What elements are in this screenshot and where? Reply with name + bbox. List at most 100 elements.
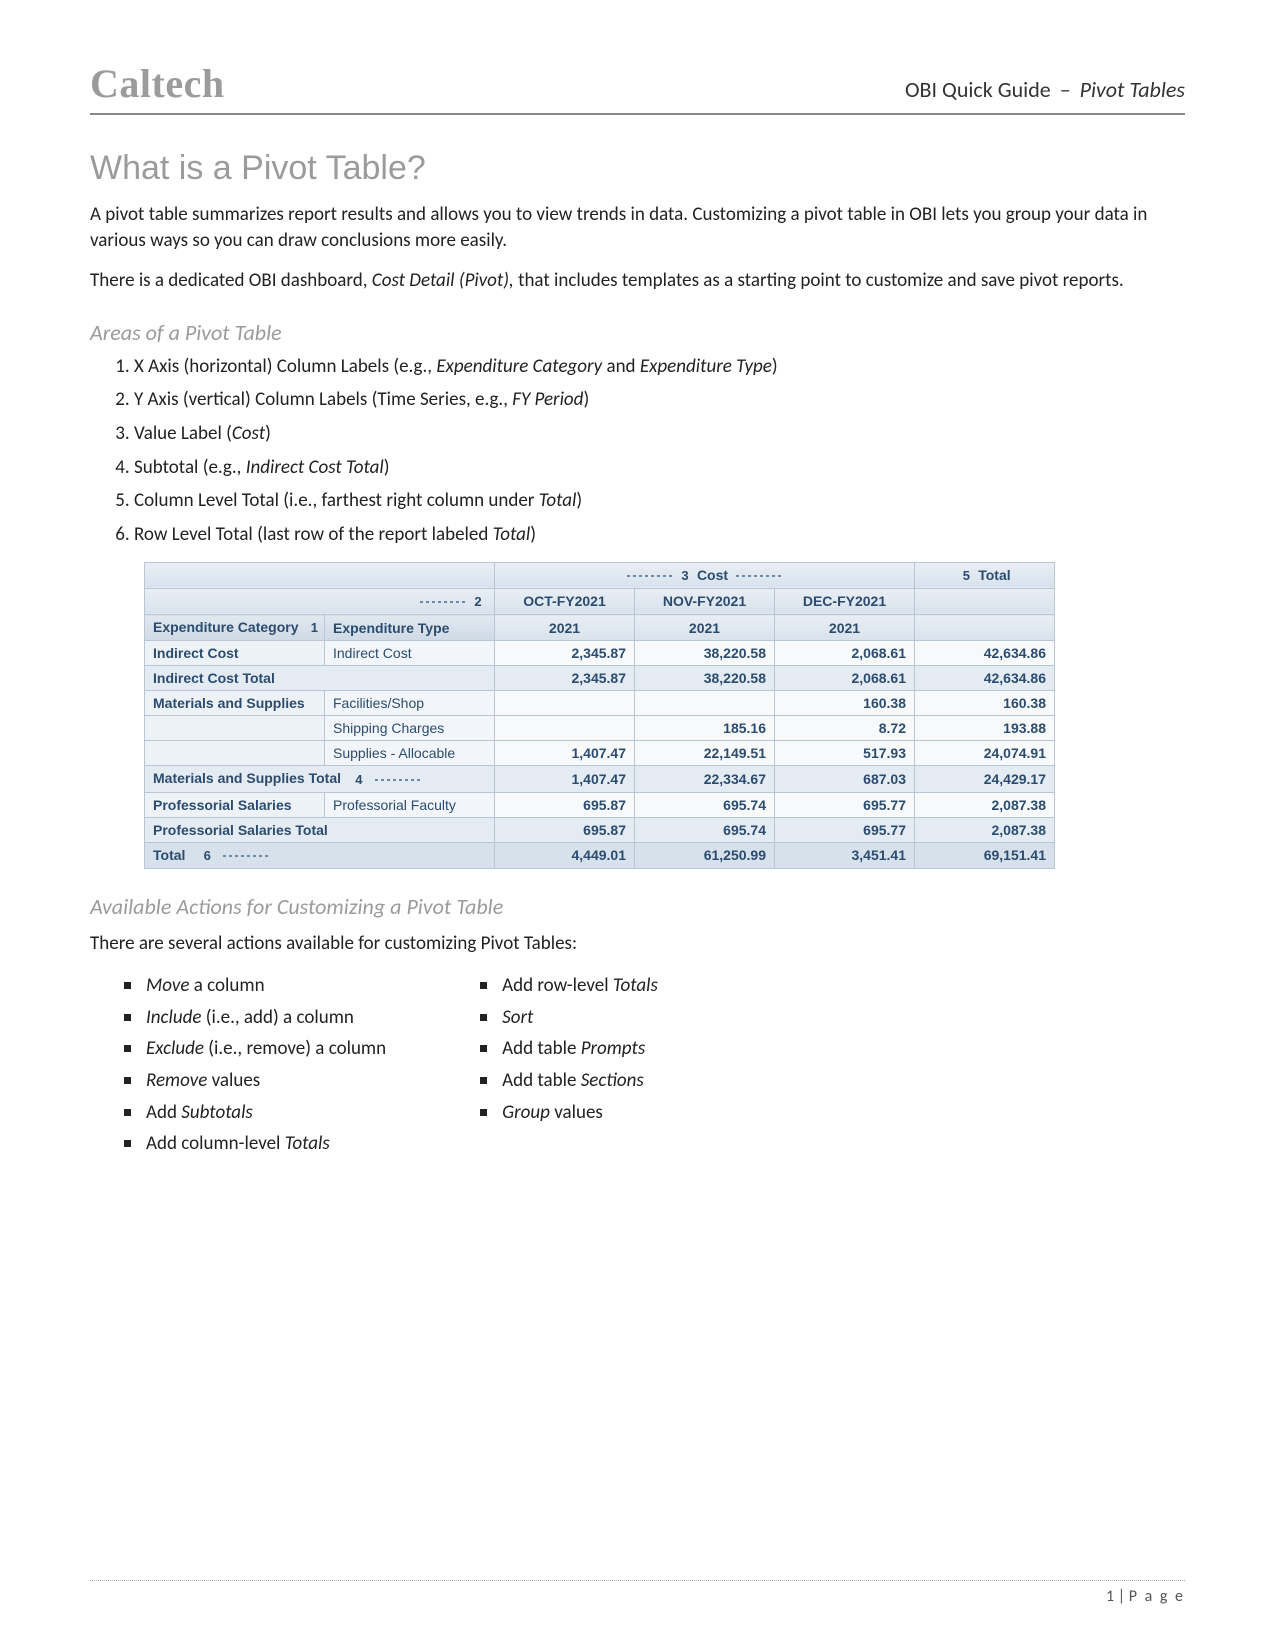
- cell-v: 695.87: [495, 792, 635, 817]
- cell-v: 695.87: [495, 817, 635, 842]
- cell-subtotal: Indirect Cost Total: [145, 666, 495, 691]
- doc-title: OBI Quick Guide – Pivot Tables: [905, 76, 1185, 103]
- areas-item-5: Column Level Total (i.e., farthest right…: [134, 488, 1185, 514]
- pivot-blank-total2: [915, 615, 1055, 641]
- cell-v: 1,407.47: [495, 766, 635, 792]
- pivot-cost-header: 3 Cost: [495, 562, 915, 588]
- cell-v: 42,634.86: [915, 666, 1055, 691]
- areas-item-6: Row Level Total (last row of the report …: [134, 522, 1185, 548]
- callout-1: 1: [306, 620, 322, 636]
- callout-2: 2: [470, 594, 486, 610]
- callout-3: 3: [677, 568, 693, 584]
- page-footer: 1 | P a g e: [90, 1580, 1185, 1606]
- pivot-row-ms-ship: Shipping Charges 185.16 8.72 193.88: [145, 716, 1055, 741]
- cell-cat: Professorial Salaries: [145, 792, 325, 817]
- page-label: P a g e: [1129, 1587, 1185, 1606]
- cell-v: 42,634.86: [915, 641, 1055, 666]
- cell-v: 695.77: [775, 817, 915, 842]
- cell-v: 38,220.58: [635, 641, 775, 666]
- callout-4: 4: [351, 772, 367, 788]
- pivot-row-ms-total: Materials and Supplies Total 4 1,407.47 …: [145, 766, 1055, 792]
- header-bar: Caltech OBI Quick Guide – Pivot Tables: [90, 60, 1185, 115]
- pivot-row-grand: Total 6 4,449.01 61,250.99 3,451.41 69,1…: [145, 842, 1055, 868]
- areas-item-4: Subtotal (e.g., Indirect Cost Total): [134, 455, 1185, 481]
- cell-v: 24,429.17: [915, 766, 1055, 792]
- cell-type: Professorial Faculty: [325, 792, 495, 817]
- pivot-col-expcat: Expenditure Category 1: [145, 615, 325, 641]
- action-item: Add table Sections: [476, 1068, 658, 1094]
- actions-left: Move a column Include (i.e., add) a colu…: [120, 967, 386, 1163]
- cell-v: 4,449.01: [495, 842, 635, 868]
- pivot-period-2: NOV-FY2021: [635, 588, 775, 614]
- action-item: Add Subtotals: [120, 1100, 386, 1126]
- cell-v: 69,151.41: [915, 842, 1055, 868]
- pivot-blank-period: 2: [145, 588, 495, 614]
- action-item: Exclude (i.e., remove) a column: [120, 1036, 386, 1062]
- pivot-period-3: DEC-FY2021: [775, 588, 915, 614]
- cell-v: 695.77: [775, 792, 915, 817]
- pivot-year-1: 2021: [495, 615, 635, 641]
- cell-subtotal: Materials and Supplies Total 4: [145, 766, 495, 792]
- cell-v: 22,334.67: [635, 766, 775, 792]
- doc-title-dash: –: [1056, 76, 1075, 103]
- cell-cat: Materials and Supplies: [145, 691, 325, 716]
- cell-cat: Indirect Cost: [145, 641, 325, 666]
- cell-cat: [145, 741, 325, 766]
- cell-v: 2,068.61: [775, 641, 915, 666]
- cell-type: Supplies - Allocable: [325, 741, 495, 766]
- section-heading: What is a Pivot Table?: [90, 149, 1185, 188]
- cell-v: 8.72: [775, 716, 915, 741]
- areas-item-3: Value Label (Cost): [134, 421, 1185, 447]
- footer-sep: |: [1114, 1587, 1129, 1606]
- cell-subtotal: Professorial Salaries Total: [145, 817, 495, 842]
- pivot-period-1: OCT-FY2021: [495, 588, 635, 614]
- action-item: Group values: [476, 1100, 658, 1126]
- cell-v: 2,087.38: [915, 817, 1055, 842]
- cell-v: [495, 716, 635, 741]
- action-item: Add row-level Totals: [476, 973, 658, 999]
- pivot-cost-label: Cost: [697, 567, 728, 583]
- cell-type: Indirect Cost: [325, 641, 495, 666]
- cell-v: 24,074.91: [915, 741, 1055, 766]
- cell-v: 2,345.87: [495, 666, 635, 691]
- action-item: Move a column: [120, 973, 386, 999]
- cell-v: 2,087.38: [915, 792, 1055, 817]
- cell-v: 22,149.51: [635, 741, 775, 766]
- pivot-blank-top: [145, 562, 495, 588]
- pivot-blank-total1: [915, 588, 1055, 614]
- areas-list: X Axis (horizontal) Column Labels (e.g.,…: [98, 354, 1185, 548]
- cell-v: 1,407.47: [495, 741, 635, 766]
- para2-b: that includes templates as a starting po…: [514, 269, 1124, 292]
- cell-v: 61,250.99: [635, 842, 775, 868]
- cell-v: [495, 691, 635, 716]
- cell-v: 517.93: [775, 741, 915, 766]
- pivot-row-indirect-total: Indirect Cost Total 2,345.87 38,220.58 2…: [145, 666, 1055, 691]
- intro-para-1: A pivot table summarizes report results …: [90, 202, 1185, 254]
- cell-v: 695.74: [635, 817, 775, 842]
- cell-v: [635, 691, 775, 716]
- pivot-row-ms-fac: Materials and Supplies Facilities/Shop 1…: [145, 691, 1055, 716]
- doc-title-b: Pivot Tables: [1080, 76, 1185, 103]
- pivot-table: 3 Cost 5 Total 2 OCT-FY2021 NOV-FY2021 D…: [144, 562, 1055, 869]
- action-item: Sort: [476, 1005, 658, 1031]
- pivot-row-indirect: Indirect Cost Indirect Cost 2,345.87 38,…: [145, 641, 1055, 666]
- areas-item-2: Y Axis (vertical) Column Labels (Time Se…: [134, 387, 1185, 413]
- callout-5: 5: [958, 568, 974, 584]
- para2-a: There is a dedicated OBI dashboard,: [90, 269, 372, 292]
- pivot-year-2: 2021: [635, 615, 775, 641]
- cell-v: 38,220.58: [635, 666, 775, 691]
- page-number: 1: [1106, 1587, 1114, 1606]
- areas-item-1: X Axis (horizontal) Column Labels (e.g.,…: [134, 354, 1185, 380]
- pivot-row-ms-supp: Supplies - Allocable 1,407.47 22,149.51 …: [145, 741, 1055, 766]
- cell-v: 193.88: [915, 716, 1055, 741]
- cell-v: 2,345.87: [495, 641, 635, 666]
- cell-v: 3,451.41: [775, 842, 915, 868]
- actions-right: Add row-level Totals Sort Add table Prom…: [476, 967, 658, 1163]
- pivot-total-label: Total: [978, 567, 1010, 583]
- actions-heading: Available Actions for Customizing a Pivo…: [90, 893, 1185, 920]
- cell-v: 185.16: [635, 716, 775, 741]
- cell-v: 687.03: [775, 766, 915, 792]
- action-item: Add column-level Totals: [120, 1131, 386, 1157]
- action-item: Add table Prompts: [476, 1036, 658, 1062]
- cell-v: 2,068.61: [775, 666, 915, 691]
